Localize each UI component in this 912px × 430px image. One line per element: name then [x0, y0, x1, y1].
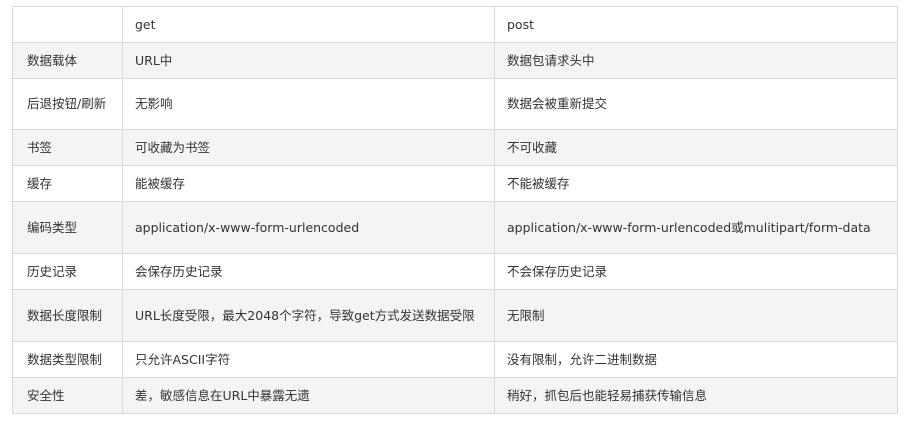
row-label: 书签 [12, 129, 123, 166]
row-post-value: 数据会被重新提交 [494, 78, 898, 130]
row-label: 后退按钮/刷新 [12, 78, 123, 130]
row-label: 缓存 [12, 165, 123, 202]
row-get-value: application/x-www-form-urlencoded [122, 201, 495, 254]
row-label: 编码类型 [12, 201, 123, 254]
row-post-value: 不能被缓存 [494, 165, 898, 202]
header-get-cell: get [122, 6, 495, 43]
table-row: 缓存 能被缓存 不能被缓存 [12, 165, 898, 202]
table-row: 历史记录 会保存历史记录 不会保存历史记录 [12, 253, 898, 290]
header-row: get post [12, 6, 898, 43]
row-get-value: URL长度受限，最大2048个字符，导致get方式发送数据受限 [122, 289, 495, 342]
row-post-value: 不会保存历史记录 [494, 253, 898, 290]
row-get-value: 可收藏为书签 [122, 129, 495, 166]
row-label: 数据类型限制 [12, 341, 123, 378]
row-label: 安全性 [12, 377, 123, 414]
table-row: 数据长度限制 URL长度受限，最大2048个字符，导致get方式发送数据受限 无… [12, 289, 898, 342]
table-row: 书签 可收藏为书签 不可收藏 [12, 129, 898, 166]
row-label: 数据长度限制 [12, 289, 123, 342]
row-post-value: 无限制 [494, 289, 898, 342]
row-get-value: 差，敏感信息在URL中暴露无遗 [122, 377, 495, 414]
row-post-value: 不可收藏 [494, 129, 898, 166]
get-post-comparison-table: get post 数据载体 URL中 数据包请求头中 后退按钮/刷新 无影响 数… [12, 6, 898, 414]
row-post-value: 没有限制，允许二进制数据 [494, 341, 898, 378]
row-get-value: 会保存历史记录 [122, 253, 495, 290]
row-get-value: URL中 [122, 42, 495, 79]
row-get-value: 只允许ASCII字符 [122, 341, 495, 378]
table-row: 后退按钮/刷新 无影响 数据会被重新提交 [12, 78, 898, 130]
row-label: 数据载体 [12, 42, 123, 79]
table-row: 数据类型限制 只允许ASCII字符 没有限制，允许二进制数据 [12, 341, 898, 378]
row-post-value: application/x-www-form-urlencoded或muliti… [494, 201, 898, 254]
header-label-cell [12, 6, 123, 43]
row-post-value: 稍好，抓包后也能轻易捕获传输信息 [494, 377, 898, 414]
table-row: 安全性 差，敏感信息在URL中暴露无遗 稍好，抓包后也能轻易捕获传输信息 [12, 377, 898, 414]
row-label: 历史记录 [12, 253, 123, 290]
header-post-cell: post [494, 6, 898, 43]
table-row: 编码类型 application/x-www-form-urlencoded a… [12, 201, 898, 254]
row-get-value: 能被缓存 [122, 165, 495, 202]
row-post-value: 数据包请求头中 [494, 42, 898, 79]
table-row: 数据载体 URL中 数据包请求头中 [12, 42, 898, 79]
row-get-value: 无影响 [122, 78, 495, 130]
